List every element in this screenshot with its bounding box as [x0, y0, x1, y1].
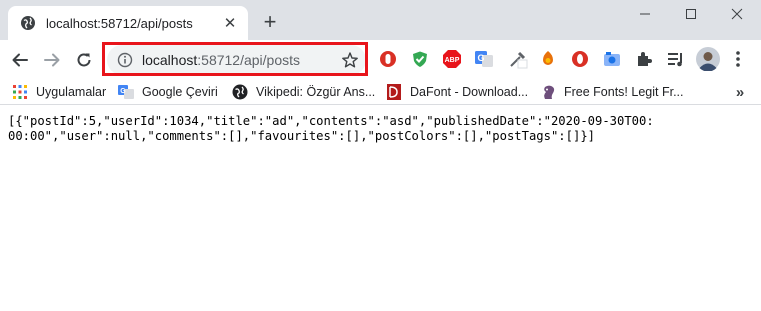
media-queue-icon[interactable]	[666, 49, 686, 69]
tab-title: localhost:58712/api/posts	[46, 15, 193, 31]
menu-kebab-icon[interactable]	[728, 49, 748, 69]
font-squirrel-icon	[540, 84, 556, 100]
window-close-icon[interactable]	[714, 0, 760, 28]
bookmark-label: Free Fonts! Legit Fr...	[564, 85, 684, 99]
bookmark-label: Vikipedi: Özgür Ans...	[256, 85, 376, 99]
globe-icon	[20, 15, 36, 31]
dafont-icon	[386, 84, 402, 100]
bookmark-apps[interactable]: Uygulamalar	[12, 82, 106, 102]
reload-icon[interactable]	[72, 48, 96, 72]
svg-text:G: G	[477, 53, 484, 63]
bookmarks-overflow-button[interactable]: »	[730, 82, 750, 102]
green-shield-extension-icon[interactable]	[410, 49, 430, 69]
bookmark-label: Uygulamalar	[36, 85, 107, 99]
bookmark-google-translate[interactable]: G Google Çeviri	[118, 82, 218, 102]
minimize-icon[interactable]	[622, 0, 668, 28]
bookmark-wikipedia[interactable]: Vikipedi: Özgür Ans...	[232, 82, 375, 102]
bookmark-font-squirrel[interactable]: Free Fonts! Legit Fr...	[540, 82, 684, 102]
maximize-icon[interactable]	[668, 0, 714, 28]
red-stop-extension-icon[interactable]	[378, 49, 398, 69]
active-tab[interactable]: localhost:58712/api/posts ✕	[8, 6, 248, 40]
bookmark-label: DaFont - Download...	[410, 85, 529, 99]
close-icon[interactable]: ✕	[222, 15, 238, 32]
opera-vpn-icon[interactable]	[570, 49, 590, 69]
back-arrow-icon[interactable]	[8, 48, 32, 72]
tab-strip: localhost:58712/api/posts ✕ +	[0, 0, 761, 40]
bookmark-label: Google Çeviri	[142, 85, 218, 99]
honey-extension-icon[interactable]	[538, 49, 558, 69]
bookmarks-bar: Uygulamalar G Google Çeviri Vikipedi: Öz…	[0, 79, 761, 105]
forward-arrow-icon[interactable]	[40, 48, 64, 72]
extensions-puzzle-icon[interactable]	[634, 49, 654, 69]
adblock-plus-icon[interactable]: ABP	[442, 49, 462, 69]
bookmark-dafont[interactable]: DaFont - Download...	[386, 82, 528, 102]
svg-text:G: G	[120, 88, 126, 95]
apps-grid-icon	[12, 84, 28, 100]
adblock-label: ABP	[445, 57, 460, 64]
google-translate-icon: G	[118, 84, 134, 100]
new-tab-button[interactable]: +	[258, 9, 282, 34]
json-response-text: [{"postId":5,"userId":1034,"title":"ad",…	[8, 114, 654, 143]
color-picker-icon[interactable]	[508, 49, 528, 69]
page-content: [{"postId":5,"userId":1034,"title":"ad",…	[0, 106, 761, 311]
google-translate-icon[interactable]: G	[474, 49, 494, 69]
profile-avatar[interactable]	[696, 47, 720, 71]
wikipedia-icon	[232, 84, 248, 100]
camera-extension-icon[interactable]	[602, 49, 622, 69]
address-bar-highlight	[102, 42, 368, 76]
